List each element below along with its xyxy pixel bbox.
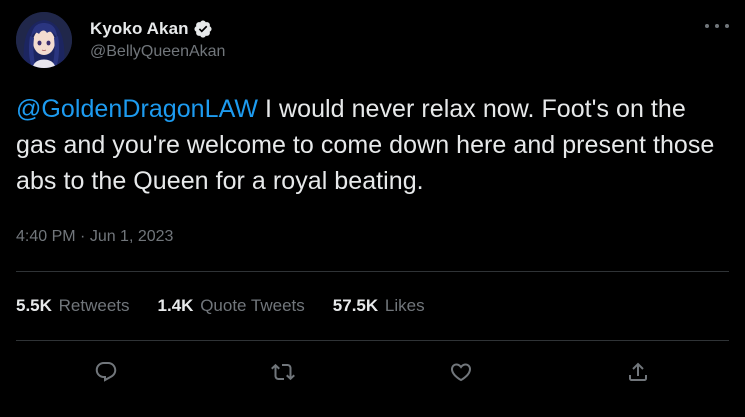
likes-count: 57.5K — [332, 296, 379, 315]
timestamp-separator: · — [75, 228, 90, 245]
name-row: Kyoko Akan — [90, 17, 225, 41]
display-name[interactable]: Kyoko Akan — [90, 19, 189, 39]
more-dot-2 — [715, 24, 719, 28]
reply-icon[interactable] — [92, 358, 120, 386]
tweet-time[interactable]: 4:40 PM — [16, 228, 76, 245]
verified-badge-icon — [193, 19, 213, 39]
quote-tweets-count: 1.4K — [157, 296, 194, 315]
tweet-actions — [92, 357, 652, 387]
divider — [16, 271, 729, 272]
retweet-icon[interactable] — [269, 358, 297, 386]
likes-stat[interactable]: 57.5K Likes — [333, 296, 425, 316]
tweet-text: @GoldenDragonLAW I would never relax now… — [16, 91, 729, 199]
user-meta: Kyoko Akan @BellyQueenAkan — [90, 17, 225, 61]
tweet-stats: 5.5K Retweets 1.4K Quote Tweets 57.5K Li… — [16, 296, 453, 316]
likes-label: Likes — [384, 296, 425, 315]
more-dot-1 — [705, 24, 709, 28]
quote-tweets-stat[interactable]: 1.4K Quote Tweets — [158, 296, 305, 316]
tweet-timestamp: 4:40 PM · Jun 1, 2023 — [16, 228, 173, 246]
tweet-detail: Kyoko Akan @BellyQueenAkan @GoldenDragon… — [0, 0, 745, 417]
tweet-header: Kyoko Akan @BellyQueenAkan — [16, 12, 729, 76]
user-handle[interactable]: @BellyQueenAkan — [90, 43, 225, 61]
share-icon[interactable] — [624, 358, 652, 386]
retweets-count: 5.5K — [16, 296, 52, 315]
retweets-stat[interactable]: 5.5K Retweets — [16, 296, 130, 316]
anime-character-avatar-icon — [16, 12, 72, 68]
more-dot-3 — [725, 24, 729, 28]
more-options-icon[interactable] — [705, 18, 729, 34]
like-icon[interactable] — [447, 358, 475, 386]
retweets-label: Retweets — [58, 296, 130, 315]
quote-tweets-label: Quote Tweets — [200, 296, 305, 315]
mention-link[interactable]: @GoldenDragonLAW — [16, 95, 258, 123]
divider — [16, 340, 729, 341]
avatar[interactable] — [16, 12, 72, 68]
tweet-date[interactable]: Jun 1, 2023 — [90, 228, 174, 245]
